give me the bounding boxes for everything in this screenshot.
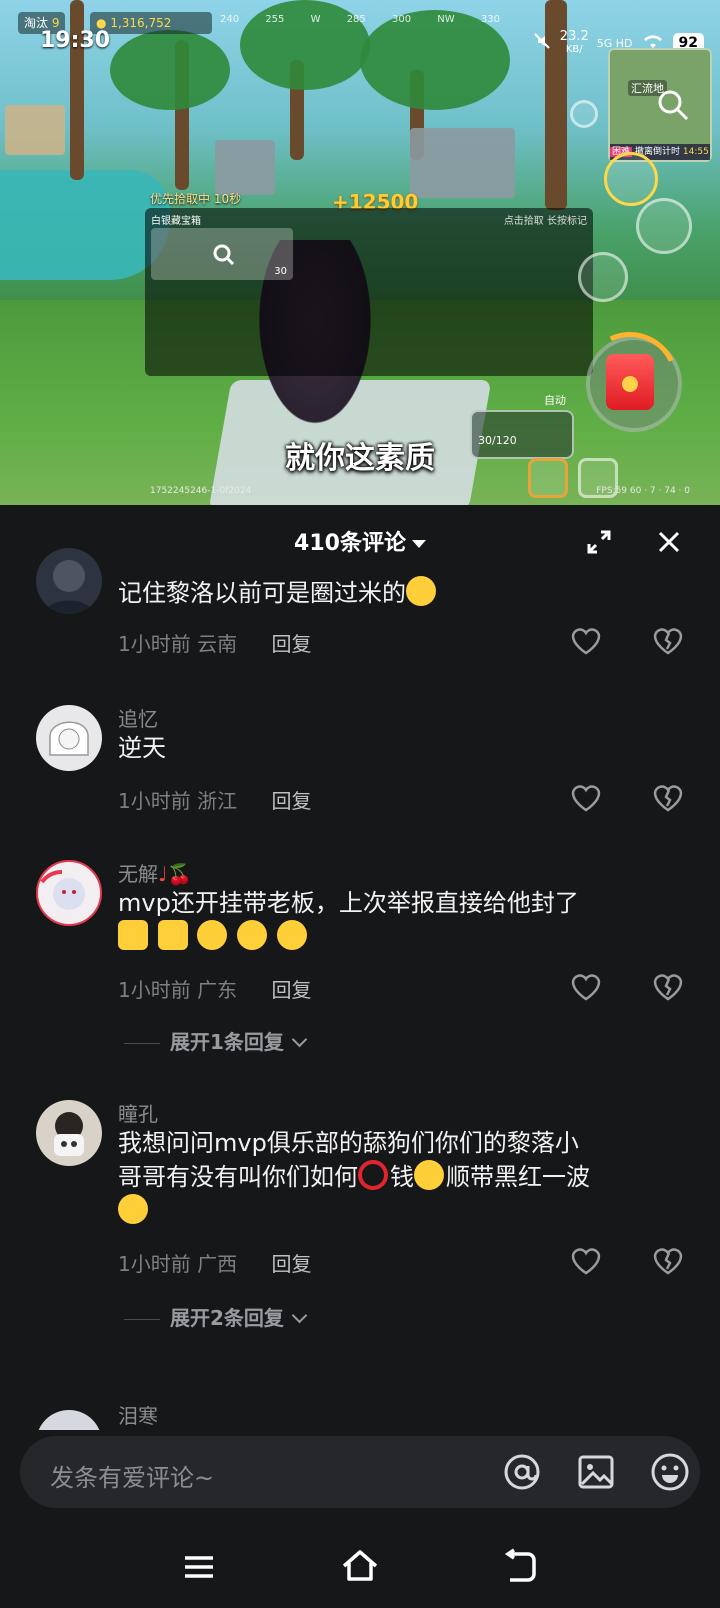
reply-button[interactable]: 回复 [271, 789, 311, 813]
loot-title: 白银藏宝箱 [151, 216, 201, 227]
video-player[interactable]: 淘汰 9 ● 1,316,752 240 255 W 285 300 NW 330 19:3… [0, 0, 720, 505]
comment-item[interactable]: 无解♩🍒 mvp还开挂带老板，上次举报直接给他封了 1小时前 广东 回复 展开1… [0, 850, 720, 1065]
reply-button[interactable]: 回复 [271, 1252, 311, 1276]
comment-item[interactable]: 瞳孔 我想问问mvp俱乐部的舔狗们你们的黎落小 哥哥有没有叫你们如何钱顺带黑红一… [0, 1090, 720, 1350]
broken-heart-icon[interactable] [652, 1246, 684, 1276]
at-mention-icon[interactable] [502, 1452, 542, 1492]
comment-author[interactable]: 无解♩🍒 [118, 858, 192, 887]
avatar[interactable] [36, 548, 102, 614]
menu-icon[interactable] [182, 1550, 216, 1584]
loot-hint: 点击拾取 长按标记 [503, 216, 587, 227]
caret-down-icon [411, 540, 426, 548]
mute-icon [532, 31, 552, 55]
fps-readout: FPS:59 60 · 7 · 74 · 0 [596, 486, 690, 496]
close-icon[interactable] [656, 529, 682, 555]
cry-laugh-emoji [197, 920, 228, 950]
red-packet-icon [606, 354, 654, 410]
avatar[interactable] [36, 1100, 102, 1166]
reply-button[interactable]: 回复 [271, 978, 311, 1002]
pickup-status: 优先拾取中 10秒 [150, 192, 242, 206]
divider-line [124, 1319, 160, 1320]
thumbs-up-emoji [118, 920, 148, 950]
cancel-action-button[interactable] [578, 252, 628, 302]
cry-laugh-emoji [236, 920, 267, 950]
comment-text: 逆天 [118, 734, 166, 762]
comment-input-placeholder: 发条有爱评论~ [50, 1464, 215, 1492]
broken-heart-icon[interactable] [652, 972, 684, 1002]
comment-author[interactable]: 瞳孔 [118, 1098, 158, 1127]
heart-icon[interactable] [570, 1246, 602, 1276]
stone-ruin [215, 140, 275, 195]
broken-heart-icon[interactable] [652, 783, 684, 813]
loot-count: 30 [274, 266, 287, 277]
comment-meta: 1小时前 云南 回复 [118, 632, 312, 656]
comment-text: 记住黎洛以前可是圈过米的 [118, 576, 688, 610]
avatar[interactable] [36, 1410, 102, 1430]
settings-icon[interactable] [570, 100, 598, 128]
comment-meta: 1小时前 广西 回复 [118, 1252, 312, 1276]
comment-meta: 1小时前 广东 回复 [118, 978, 312, 1002]
emoji-icon[interactable] [650, 1452, 690, 1492]
heart-icon[interactable] [570, 626, 602, 656]
comment-item[interactable]: 记住黎洛以前可是圈过米的 1小时前 云南 回复 [0, 548, 720, 680]
scope-button[interactable] [604, 152, 658, 206]
comment-item[interactable]: 泪寒 [0, 1400, 720, 1430]
broken-heart-icon[interactable] [652, 626, 684, 656]
crosshair-button[interactable] [636, 198, 692, 254]
auto-fire-label: 自动 [544, 394, 566, 407]
comment-author[interactable]: 泪寒 [118, 1400, 158, 1429]
laugh-emoji [276, 920, 307, 950]
chevron-down-icon [291, 1307, 308, 1324]
stone-ruin [410, 128, 515, 198]
comment-meta: 1小时前 浙江 回复 [118, 789, 312, 813]
comment-count-dropdown[interactable]: 410条评论 [0, 525, 720, 557]
comment-text: 我想问问mvp俱乐部的舔狗们你们的黎落小 哥哥有没有叫你们如何钱顺带黑红一波 [118, 1126, 688, 1228]
video-subtitle: 就你这素质 [285, 441, 435, 476]
heart-icon[interactable] [570, 783, 602, 813]
compass: 240 255 W 285 300 NW 330 [220, 14, 500, 25]
heart-icon[interactable] [570, 972, 602, 1002]
avatar[interactable] [36, 860, 102, 926]
red-circle-emoji [358, 1160, 388, 1190]
hut [5, 105, 65, 155]
name-decoration: ♩🍒 [158, 862, 193, 886]
cry-laugh-emoji [414, 1160, 444, 1190]
minimap[interactable]: 汇流地 困难 撤离倒计时 14:55 [608, 48, 712, 162]
search-icon [213, 244, 235, 266]
cry-laugh-emoji [406, 576, 436, 606]
system-nav-bar [0, 1530, 720, 1608]
comment-input[interactable]: 发条有爱评论~ [20, 1436, 700, 1508]
image-icon[interactable] [576, 1452, 616, 1492]
home-icon[interactable] [340, 1548, 380, 1584]
expand-replies-button[interactable]: 展开1条回复 [124, 1026, 308, 1055]
thumbs-up-emoji [157, 920, 188, 950]
network-speed: 23.2 KB/ [559, 29, 589, 55]
loot-panel[interactable]: 白银藏宝箱 点击拾取 长按标记 30 [145, 208, 593, 376]
expand-icon[interactable] [586, 529, 612, 555]
status-bar: 淘汰 9 ● 1,316,752 240 255 W 285 300 NW 330 19:3… [0, 0, 720, 55]
comment-text: mvp还开挂带老板，上次举报直接给他封了 [118, 886, 688, 954]
search-icon [658, 90, 689, 121]
cat-laugh-emoji [118, 1194, 148, 1224]
divider-line [124, 1043, 160, 1044]
clock: 19:30 [40, 28, 111, 53]
comment-author[interactable]: 追忆 [118, 703, 158, 732]
loot-slot[interactable]: 30 [151, 228, 293, 280]
avatar[interactable] [36, 705, 102, 771]
chevron-down-icon [291, 1031, 308, 1048]
expand-replies-button[interactable]: 展开2条回复 [124, 1302, 308, 1331]
comment-item[interactable]: 追忆 逆天 1小时前 浙江 回复 [0, 695, 720, 835]
reply-button[interactable]: 回复 [271, 632, 311, 656]
debug-id: 1752245246-1-0f2024 [150, 486, 252, 496]
back-icon[interactable] [502, 1548, 538, 1584]
